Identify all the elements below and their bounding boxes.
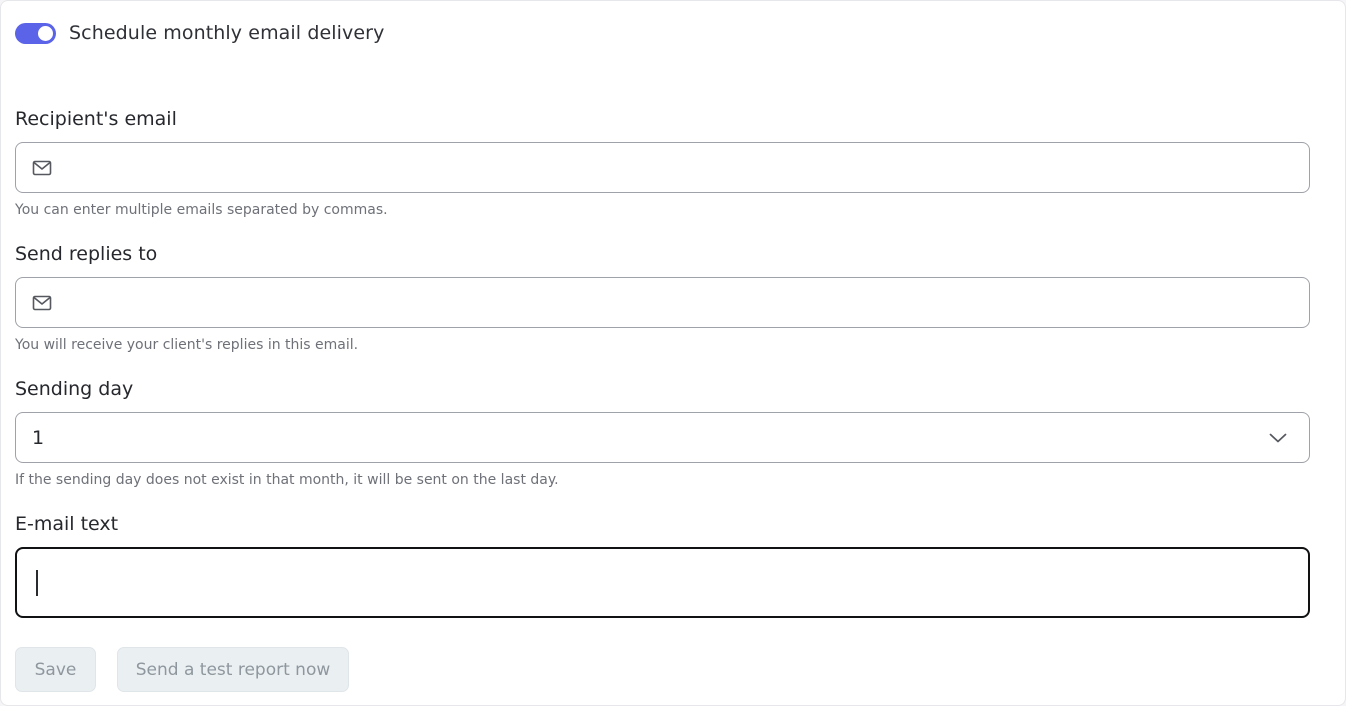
email-delivery-settings-card: Schedule monthly email delivery Recipien… [0,0,1346,706]
send-test-report-button[interactable]: Send a test report now [117,647,349,692]
recipient-email-label: Recipient's email [15,108,177,130]
schedule-toggle-label: Schedule monthly email delivery [69,22,385,44]
reply-to-hint: You will receive your client's replies i… [15,337,359,353]
chevron-down-icon[interactable] [1269,432,1287,444]
sending-day-value: 1 [32,426,45,449]
recipient-email-hint: You can enter multiple emails separated … [15,202,388,218]
schedule-toggle[interactable] [15,22,56,44]
sending-day-label: Sending day [15,378,134,400]
email-text-label: E-mail text [15,513,119,535]
reply-to-label: Send replies to [15,243,158,265]
email-text-area[interactable] [15,547,1310,618]
recipient-email-field[interactable] [15,142,1310,193]
text-cursor [36,570,38,596]
sending-day-select[interactable]: 1 [15,412,1310,463]
sending-day-hint: If the sending day does not exist in tha… [15,472,559,488]
schedule-toggle-row: Schedule monthly email delivery [15,19,384,47]
save-button[interactable]: Save [15,647,96,692]
reply-to-field[interactable] [15,277,1310,328]
recipient-email-input[interactable] [62,143,1309,192]
reply-to-input[interactable] [62,278,1309,327]
toggle-knob [38,25,53,41]
mail-icon [32,160,52,175]
mail-icon [32,295,52,310]
